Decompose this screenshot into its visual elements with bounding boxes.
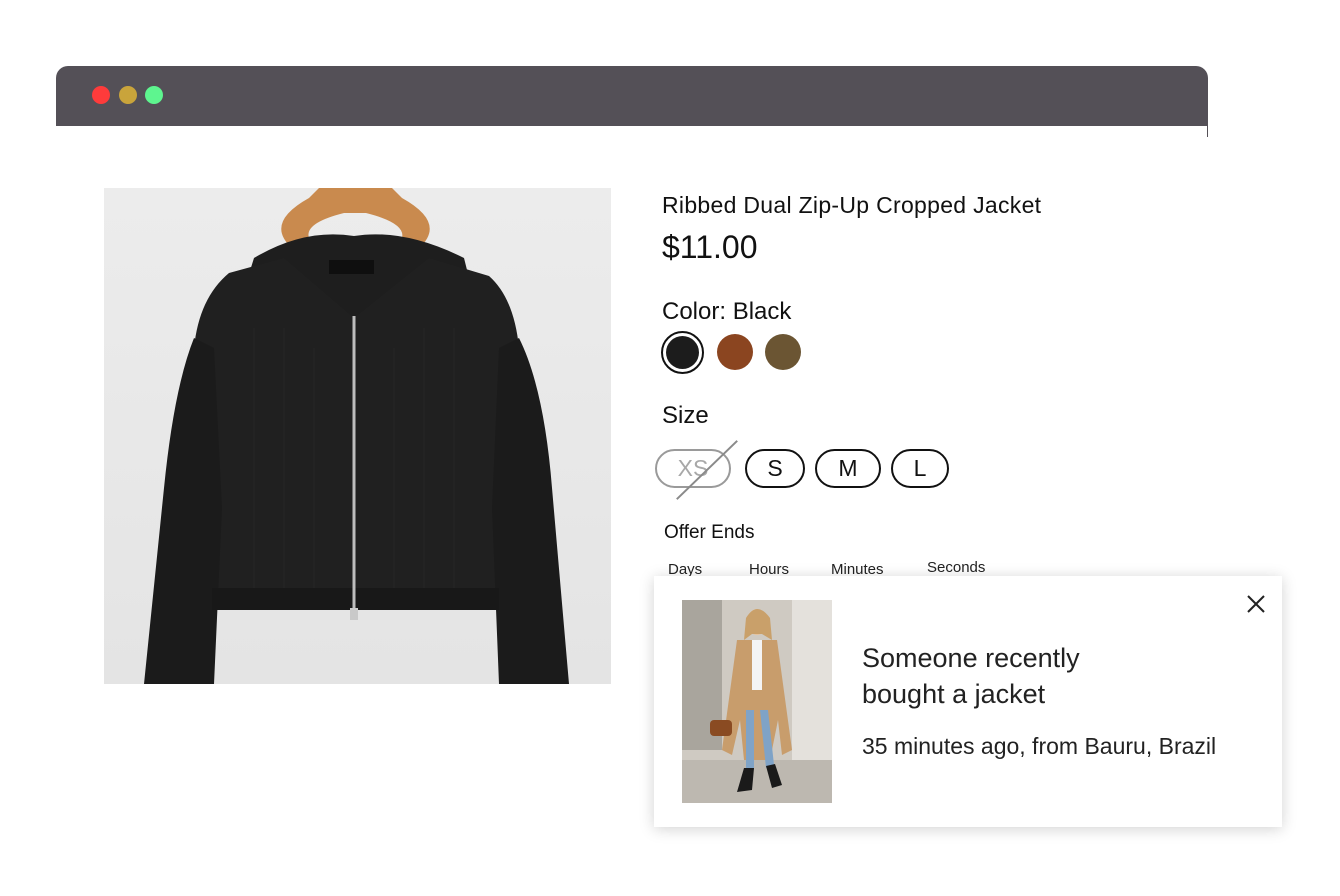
product-price: $11.00 bbox=[662, 229, 758, 265]
popup-subtitle: 35 minutes ago, from Bauru, Brazil bbox=[862, 733, 1217, 759]
browser-edge bbox=[1207, 126, 1208, 137]
size-l-label: L bbox=[913, 455, 927, 481]
popup-close-button[interactable] bbox=[1244, 592, 1268, 616]
size-m-label: M bbox=[838, 455, 858, 481]
swatch-fill bbox=[666, 336, 699, 369]
size-xs-button[interactable]: XS bbox=[655, 440, 738, 500]
woman-in-camel-coat-image bbox=[682, 600, 832, 803]
color-swatch-brown[interactable] bbox=[717, 334, 753, 370]
size-s-button[interactable]: S bbox=[745, 449, 805, 488]
color-swatch-black[interactable] bbox=[661, 331, 704, 374]
recent-purchase-popup: Someone recently bought a jacket 35 minu… bbox=[654, 576, 1282, 827]
countdown-seconds-label: Seconds bbox=[927, 559, 986, 576]
page: Ribbed Dual Zip-Up Cropped Jacket $11.00… bbox=[0, 0, 1340, 896]
color-label: Color: Black bbox=[662, 298, 792, 325]
popup-title: Someone recently bought a jacket bbox=[862, 643, 1080, 709]
close-icon bbox=[1247, 595, 1265, 613]
size-s-label: S bbox=[767, 455, 783, 481]
color-swatch-olive[interactable] bbox=[765, 334, 801, 370]
size-l-button[interactable]: L bbox=[891, 449, 949, 488]
browser-title-bar bbox=[56, 66, 1208, 137]
product-image bbox=[104, 188, 611, 684]
offer-ends-label: Offer Ends bbox=[664, 522, 755, 543]
popup-product-image bbox=[682, 600, 832, 803]
window-minimize-dot[interactable] bbox=[119, 86, 137, 104]
window-close-dot[interactable] bbox=[92, 86, 110, 104]
size-xs-label: XS bbox=[677, 455, 709, 481]
product-title: Ribbed Dual Zip-Up Cropped Jacket bbox=[662, 192, 1042, 218]
size-m-button[interactable]: M bbox=[815, 449, 881, 488]
black-zip-jacket-image bbox=[144, 188, 569, 684]
size-label: Size bbox=[662, 402, 709, 429]
window-maximize-dot[interactable] bbox=[145, 86, 163, 104]
